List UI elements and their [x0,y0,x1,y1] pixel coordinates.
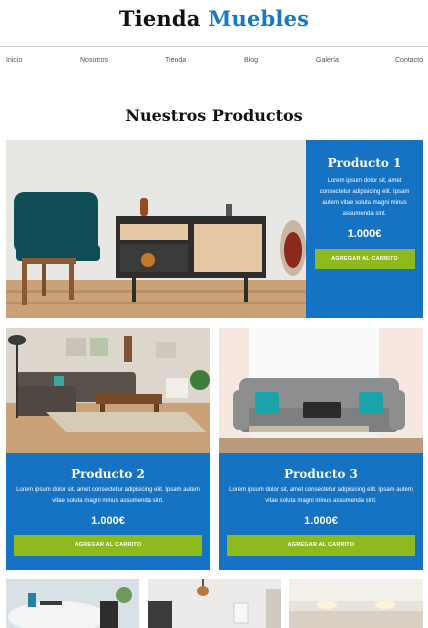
add-to-cart-button-2[interactable]: AGREGAR AL CARRITO [14,535,202,556]
product-2-description: Lorem ipsum dolor sit, amet consectetur … [16,487,200,504]
product-3-photo [219,328,423,453]
nav-link-contacto[interactable]: Contacto [395,57,423,64]
product-1-price: 1.000€ [347,228,382,240]
product-2-price: 1.000€ [91,515,125,527]
main-nav: Inicio Nosotros Tienda Blog Galería Cont… [0,57,428,67]
nav-link-galeria[interactable]: Galería [316,57,339,64]
add-to-cart-button-1[interactable]: AGREGAR AL CARRITO [314,249,415,269]
logo-text-tienda: Tienda [118,6,201,31]
product-3-title: Producto 3 [284,467,358,481]
product-4-photo [6,579,139,628]
product-3-image[interactable] [219,328,423,453]
product-3-price: 1.000€ [304,515,338,527]
product-2-card: Producto 2 Lorem ipsum dolor sit, amet c… [6,453,210,570]
product-2-title: Producto 2 [71,467,145,481]
section-title: Nuestros Productos [125,106,303,125]
logo-text-muebles: Muebles [208,6,310,31]
product-5-photo [148,579,281,628]
site-logo[interactable]: Tienda Muebles [0,6,428,31]
header-divider [0,46,428,47]
nav-link-nosotros[interactable]: Nosotros [80,57,108,64]
product-2-image[interactable] [6,328,210,453]
product-2-photo [6,328,210,453]
product-6-photo [289,579,423,628]
product-5-image[interactable] [148,579,281,628]
nav-link-tienda[interactable]: Tienda [165,57,186,64]
product-4-image[interactable] [6,579,139,628]
add-to-cart-button-3[interactable]: AGREGAR AL CARRITO [227,535,415,556]
product-1-card: Producto 1 Lorem ipsum dolor sit, amet c… [306,140,423,318]
nav-link-inicio[interactable]: Inicio [6,57,22,64]
product-3-description: Lorem ipsum dolor sit, amet consectetur … [229,487,413,504]
product-1-photo [6,140,306,318]
product-1-title: Producto 1 [327,156,402,170]
nav-link-blog[interactable]: Blog [244,57,258,64]
product-1-description: Lorem ipsum dolor sit, amet consectetur … [319,178,410,217]
product-6-image[interactable] [289,579,423,628]
product-3-card: Producto 3 Lorem ipsum dolor sit, amet c… [219,453,423,570]
product-1-image[interactable] [6,140,306,318]
site-header: Tienda Muebles [0,0,428,46]
